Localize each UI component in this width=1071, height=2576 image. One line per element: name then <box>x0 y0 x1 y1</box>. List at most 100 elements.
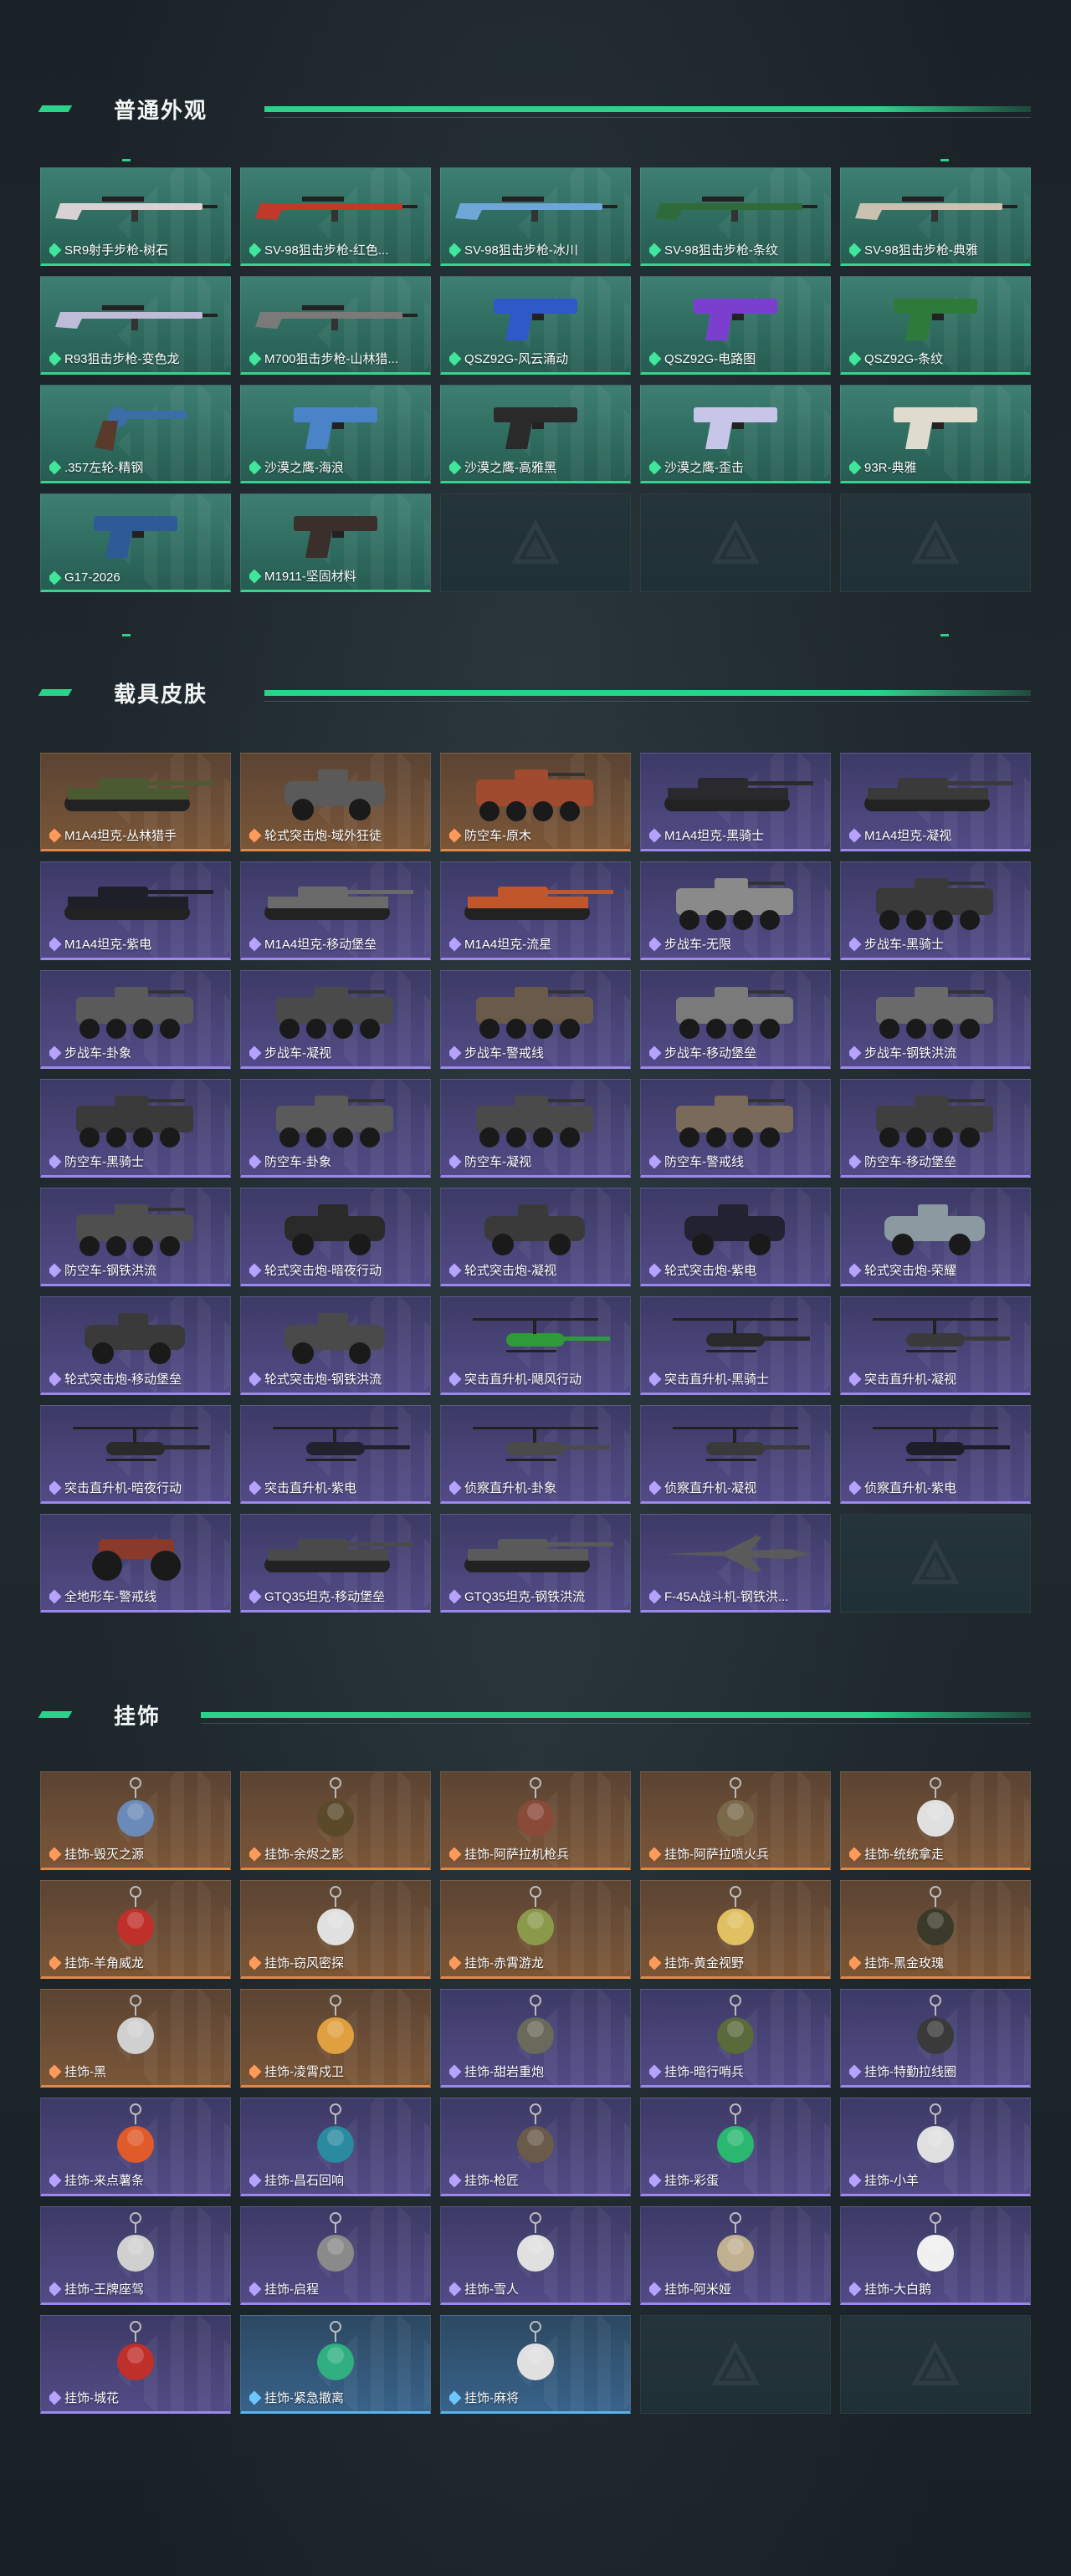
item-card[interactable]: 挂饰-统统拿走 <box>840 1771 1031 1870</box>
item-card[interactable]: 挂饰-毁灭之源 <box>40 1771 231 1870</box>
item-card[interactable]: 防空车-凝视 <box>440 1079 631 1178</box>
atv-icon <box>41 1521 230 1587</box>
item-name: M1911-坚固材料 <box>264 570 356 584</box>
rarity-icon <box>449 460 462 474</box>
item-label: SV-98狙击步枪-冰川 <box>449 241 625 258</box>
item-card[interactable]: 防空车-黑骑士 <box>40 1079 231 1178</box>
item-card[interactable]: R93狙击步枪-变色龙 <box>40 276 231 375</box>
item-card[interactable]: M1A4坦克-黑骑士 <box>640 753 831 851</box>
armored-icon <box>241 1304 430 1369</box>
item-card[interactable]: 步战车-卦象 <box>40 970 231 1069</box>
item-card[interactable]: 轮式突击炮-钢铁洪流 <box>240 1296 431 1395</box>
item-card[interactable]: 轮式突击炮-域外狂徒 <box>240 753 431 851</box>
item-card[interactable]: 突击直升机-黑骑士 <box>640 1296 831 1395</box>
item-card[interactable]: 轮式突击炮-移动堡垒 <box>40 1296 231 1395</box>
armored-icon <box>441 1195 630 1260</box>
item-label: M1A4坦克-丛林猎手 <box>49 826 225 844</box>
item-card[interactable]: 步战车-凝视 <box>240 970 431 1069</box>
item-card[interactable]: GTQ35坦克-钢铁洪流 <box>440 1514 631 1613</box>
item-card[interactable]: 挂饰-赤霄游龙 <box>440 1880 631 1979</box>
item-card[interactable]: 挂饰-余烬之影 <box>240 1771 431 1870</box>
item-card[interactable]: 挂饰-紧急撤离 <box>240 2315 431 2414</box>
item-card[interactable]: 侦察直升机-凝视 <box>640 1405 831 1504</box>
item-card[interactable]: 侦察直升机-卦象 <box>440 1405 631 1504</box>
apc-icon <box>641 1086 830 1152</box>
item-card[interactable]: M1A4坦克-丛林猎手 <box>40 753 231 851</box>
item-card[interactable]: M700狙击步枪-山林猎... <box>240 276 431 375</box>
item-card[interactable]: M1A4坦克-凝视 <box>840 753 1031 851</box>
item-card[interactable]: 突击直升机-暗夜行动 <box>40 1405 231 1504</box>
item-card[interactable]: 沙漠之鹰-歪击 <box>640 385 831 483</box>
item-card[interactable]: SV-98狙击步枪-红色... <box>240 167 431 266</box>
item-card[interactable]: 挂饰-特勤拉线圈 <box>840 1989 1031 2088</box>
item-card[interactable]: 防空车-原木 <box>440 753 631 851</box>
item-card[interactable]: QSZ92G-电路图 <box>640 276 831 375</box>
apc-icon <box>641 869 830 934</box>
item-card[interactable]: F-45A战斗机-钢铁洪... <box>640 1514 831 1613</box>
item-card[interactable]: 挂饰-小羊 <box>840 2098 1031 2196</box>
item-card[interactable]: 防空车-钢铁洪流 <box>40 1188 231 1286</box>
item-card[interactable]: M1911-坚固材料 <box>240 493 431 592</box>
item-card[interactable]: 轮式突击炮-暗夜行动 <box>240 1188 431 1286</box>
item-card[interactable]: G17-2026 <box>40 493 231 592</box>
item-card[interactable]: 挂饰-黑金玫瑰 <box>840 1880 1031 1979</box>
item-card[interactable]: SV-98狙击步枪-条纹 <box>640 167 831 266</box>
rarity-icon <box>49 1955 62 1970</box>
item-card[interactable]: 侦察直升机-紫电 <box>840 1405 1031 1504</box>
item-card[interactable]: 挂饰-窃风密探 <box>240 1880 431 1979</box>
tank-icon <box>841 760 1030 825</box>
item-card[interactable]: 步战车-钢铁洪流 <box>840 970 1031 1069</box>
item-card[interactable]: 防空车-卦象 <box>240 1079 431 1178</box>
item-card[interactable]: 挂饰-阿萨拉喷火兵 <box>640 1771 831 1870</box>
item-card[interactable]: 突击直升机-飓风行动 <box>440 1296 631 1395</box>
item-card[interactable]: 轮式突击炮-荣耀 <box>840 1188 1031 1286</box>
item-card[interactable]: 挂饰-阿米娅 <box>640 2206 831 2305</box>
item-card[interactable]: 挂饰-来点薯条 <box>40 2098 231 2196</box>
item-card[interactable]: 轮式突击炮-凝视 <box>440 1188 631 1286</box>
item-card[interactable]: SV-98狙击步枪-冰川 <box>440 167 631 266</box>
item-card[interactable]: 挂饰-启程 <box>240 2206 431 2305</box>
item-card[interactable]: 轮式突击炮-紫电 <box>640 1188 831 1286</box>
item-card[interactable]: SV-98狙击步枪-典雅 <box>840 167 1031 266</box>
item-card[interactable]: 挂饰-大白鹅 <box>840 2206 1031 2305</box>
item-card[interactable]: 沙漠之鹰-高雅黑 <box>440 385 631 483</box>
item-card[interactable]: 93R-典雅 <box>840 385 1031 483</box>
item-card[interactable]: 挂饰-王牌座驾 <box>40 2206 231 2305</box>
item-card[interactable]: 挂饰-黑 <box>40 1989 231 2088</box>
item-card[interactable]: 挂饰-彩蛋 <box>640 2098 831 2196</box>
item-card[interactable]: 挂饰-暗行哨兵 <box>640 1989 831 2088</box>
item-card[interactable]: 沙漠之鹰-海浪 <box>240 385 431 483</box>
item-card[interactable]: 步战车-无限 <box>640 861 831 960</box>
item-card[interactable]: 挂饰-甜岩重炮 <box>440 1989 631 2088</box>
item-card[interactable]: 步战车-黑骑士 <box>840 861 1031 960</box>
item-card[interactable]: M1A4坦克-移动堡垒 <box>240 861 431 960</box>
item-card[interactable]: SR9射手步枪-树石 <box>40 167 231 266</box>
item-label: SV-98狙击步枪-红色... <box>249 241 425 258</box>
item-card[interactable]: 突击直升机-紫电 <box>240 1405 431 1504</box>
item-card[interactable]: 挂饰-昌石回响 <box>240 2098 431 2196</box>
item-card[interactable]: 步战车-警戒线 <box>440 970 631 1069</box>
item-card[interactable]: 挂饰-麻将 <box>440 2315 631 2414</box>
item-card[interactable]: 全地形车-警戒线 <box>40 1514 231 1613</box>
item-card[interactable]: 挂饰-雪人 <box>440 2206 631 2305</box>
item-card[interactable]: .357左轮-精钢 <box>40 385 231 483</box>
item-card[interactable]: 挂饰-阿萨拉机枪兵 <box>440 1771 631 1870</box>
item-card[interactable]: 挂饰-枪匠 <box>440 2098 631 2196</box>
tank-icon <box>441 869 630 934</box>
item-card[interactable]: 挂饰-城花 <box>40 2315 231 2414</box>
item-card[interactable]: 步战车-移动堡垒 <box>640 970 831 1069</box>
item-card[interactable]: GTQ35坦克-移动堡垒 <box>240 1514 431 1613</box>
item-card[interactable]: 突击直升机-凝视 <box>840 1296 1031 1395</box>
item-label: 挂饰-甜岩重炮 <box>449 2062 625 2080</box>
item-card[interactable]: QSZ92G-条纹 <box>840 276 1031 375</box>
item-card[interactable]: QSZ92G-风云涌动 <box>440 276 631 375</box>
item-label: 挂饰-黑 <box>49 2062 225 2080</box>
item-card[interactable]: 防空车-移动堡垒 <box>840 1079 1031 1178</box>
item-card[interactable]: 防空车-警戒线 <box>640 1079 831 1178</box>
item-card[interactable]: M1A4坦克-紫电 <box>40 861 231 960</box>
rarity-icon <box>649 1955 662 1970</box>
item-card[interactable]: 挂饰-羊角威龙 <box>40 1880 231 1979</box>
item-card[interactable]: M1A4坦克-流星 <box>440 861 631 960</box>
item-card[interactable]: 挂饰-黄金视野 <box>640 1880 831 1979</box>
item-card[interactable]: 挂饰-凌霄戍卫 <box>240 1989 431 2088</box>
